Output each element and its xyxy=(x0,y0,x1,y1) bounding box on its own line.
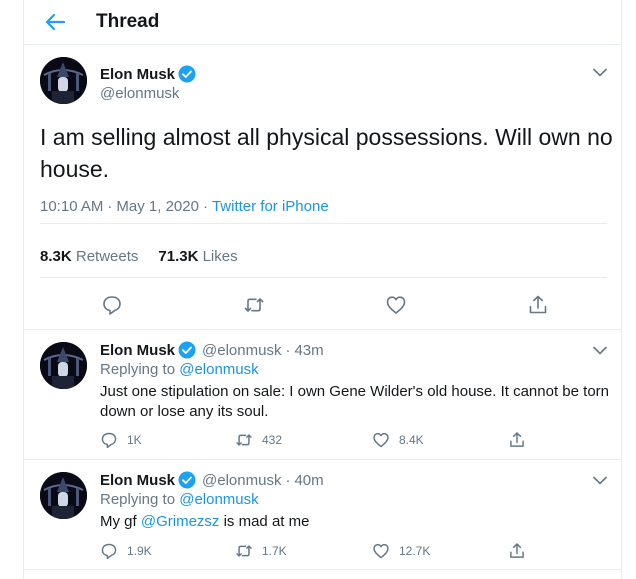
replying-label: Replying to xyxy=(100,491,176,508)
tweet-text: Just one stipulation on sale: I own Gene… xyxy=(100,383,609,420)
retweet-button[interactable] xyxy=(242,293,266,317)
tweet-text: I am selling almost all physical possess… xyxy=(40,124,613,182)
share-icon xyxy=(510,432,524,447)
main-tweet: Elon Musk @elonmusk I am selling almost … xyxy=(24,45,621,330)
author-handle[interactable]: @elonmusk xyxy=(202,342,281,359)
like-button[interactable]: 12.7K xyxy=(372,542,430,560)
thread-panel: Thread Elon Musk @elonmusk I am selling … xyxy=(23,0,622,579)
replying-to: Replying to @elonmusk xyxy=(100,361,259,378)
reply-button[interactable]: 1K xyxy=(100,431,142,449)
tweet-time[interactable]: 43m xyxy=(294,342,323,359)
likes-count: 71.3K xyxy=(158,248,199,265)
share-icon xyxy=(529,295,547,314)
tweet-source-link[interactable]: Twitter for iPhone xyxy=(212,198,329,215)
tweet-text: My gf @Grimezsz is mad at me xyxy=(100,512,610,532)
more-options-button[interactable] xyxy=(591,341,609,359)
like-icon xyxy=(373,543,389,559)
retweets-label: Retweets xyxy=(75,248,139,265)
reply-header: Elon Musk @elonmusk · 43m xyxy=(100,341,324,359)
reply-tweet[interactable]: Elon Musk @elonmusk · 43m Replying to @e… xyxy=(24,330,621,460)
tweet-actions xyxy=(24,293,621,317)
retweets-stat[interactable]: 8.3K Retweets xyxy=(40,248,138,265)
tweet-date[interactable]: May 1, 2020 xyxy=(116,198,199,215)
divider xyxy=(40,223,607,224)
share-button[interactable] xyxy=(526,293,550,317)
avatar[interactable] xyxy=(40,472,87,519)
tweet-actions: 1K 432 8.4K xyxy=(100,431,600,449)
mention-link[interactable]: @Grimezsz xyxy=(141,513,220,530)
retweet-button[interactable]: 432 xyxy=(235,431,282,449)
replying-to: Replying to @elonmusk xyxy=(100,491,259,508)
tweet-text-suffix: is mad at me xyxy=(223,513,310,530)
likes-label: Likes xyxy=(202,248,238,265)
author-handle[interactable]: @elonmusk xyxy=(202,472,281,489)
reply-header: Elon Musk @elonmusk · 40m xyxy=(100,471,324,489)
author-name-row[interactable]: Elon Musk xyxy=(100,65,196,83)
like-icon xyxy=(386,296,406,314)
tweet-actions: 1.9K 1.7K 12.7K xyxy=(100,542,600,560)
divider xyxy=(40,277,607,278)
tweet-text-prefix: My gf xyxy=(100,513,137,530)
reply-icon xyxy=(103,296,121,315)
share-button[interactable] xyxy=(508,542,526,560)
author-name[interactable]: Elon Musk xyxy=(100,342,175,359)
retweet-icon xyxy=(244,298,264,312)
reply-count: 1.9K xyxy=(127,544,152,558)
reply-count: 1K xyxy=(127,433,142,447)
chevron-down-icon xyxy=(593,476,607,485)
more-options-button[interactable] xyxy=(591,63,609,81)
tweet-time[interactable]: 40m xyxy=(294,472,323,489)
chevron-down-icon xyxy=(593,68,607,77)
mention-link[interactable]: @elonmusk xyxy=(179,491,258,508)
retweet-button[interactable]: 1.7K xyxy=(235,542,287,560)
replying-label: Replying to xyxy=(100,361,176,378)
likes-stat[interactable]: 71.3K Likes xyxy=(158,248,237,265)
retweet-icon xyxy=(236,434,252,446)
verified-badge-icon xyxy=(178,471,196,489)
tweet-stats: 8.3K Retweets 71.3K Likes xyxy=(40,248,238,265)
reply-tweet[interactable]: Elon Musk @elonmusk · 40m Replying to @e… xyxy=(24,460,621,570)
like-button[interactable]: 8.4K xyxy=(372,431,424,449)
reply-icon xyxy=(101,432,117,449)
avatar[interactable] xyxy=(40,342,87,389)
retweet-icon xyxy=(236,545,252,557)
arrow-left-icon xyxy=(45,13,65,31)
like-icon xyxy=(373,432,389,448)
like-count: 8.4K xyxy=(399,433,424,447)
verified-badge-icon xyxy=(178,341,196,359)
mention-link[interactable]: @elonmusk xyxy=(179,361,258,378)
chevron-down-icon xyxy=(593,346,607,355)
thread-header: Thread xyxy=(24,0,621,45)
like-count: 12.7K xyxy=(399,544,431,558)
author-handle[interactable]: @elonmusk xyxy=(100,85,179,102)
reply-button[interactable] xyxy=(100,293,124,317)
avatar[interactable] xyxy=(40,57,87,104)
author-name[interactable]: Elon Musk xyxy=(100,66,175,83)
reply-button[interactable]: 1.9K xyxy=(100,542,152,560)
back-button[interactable] xyxy=(42,9,68,35)
tweet-meta: 10:10 AM · May 1, 2020 · Twitter for iPhone xyxy=(40,198,329,215)
share-button[interactable] xyxy=(508,431,526,449)
retweet-count: 1.7K xyxy=(262,544,287,558)
retweets-count: 8.3K xyxy=(40,248,72,265)
like-button[interactable] xyxy=(384,293,408,317)
verified-badge-icon xyxy=(178,65,196,83)
retweet-count: 432 xyxy=(262,433,283,447)
reply-icon xyxy=(101,543,117,560)
tweet-time[interactable]: 10:10 AM xyxy=(40,198,103,215)
share-icon xyxy=(510,543,524,558)
more-options-button[interactable] xyxy=(591,471,609,489)
page-title: Thread xyxy=(96,11,160,32)
author-name[interactable]: Elon Musk xyxy=(100,472,175,489)
